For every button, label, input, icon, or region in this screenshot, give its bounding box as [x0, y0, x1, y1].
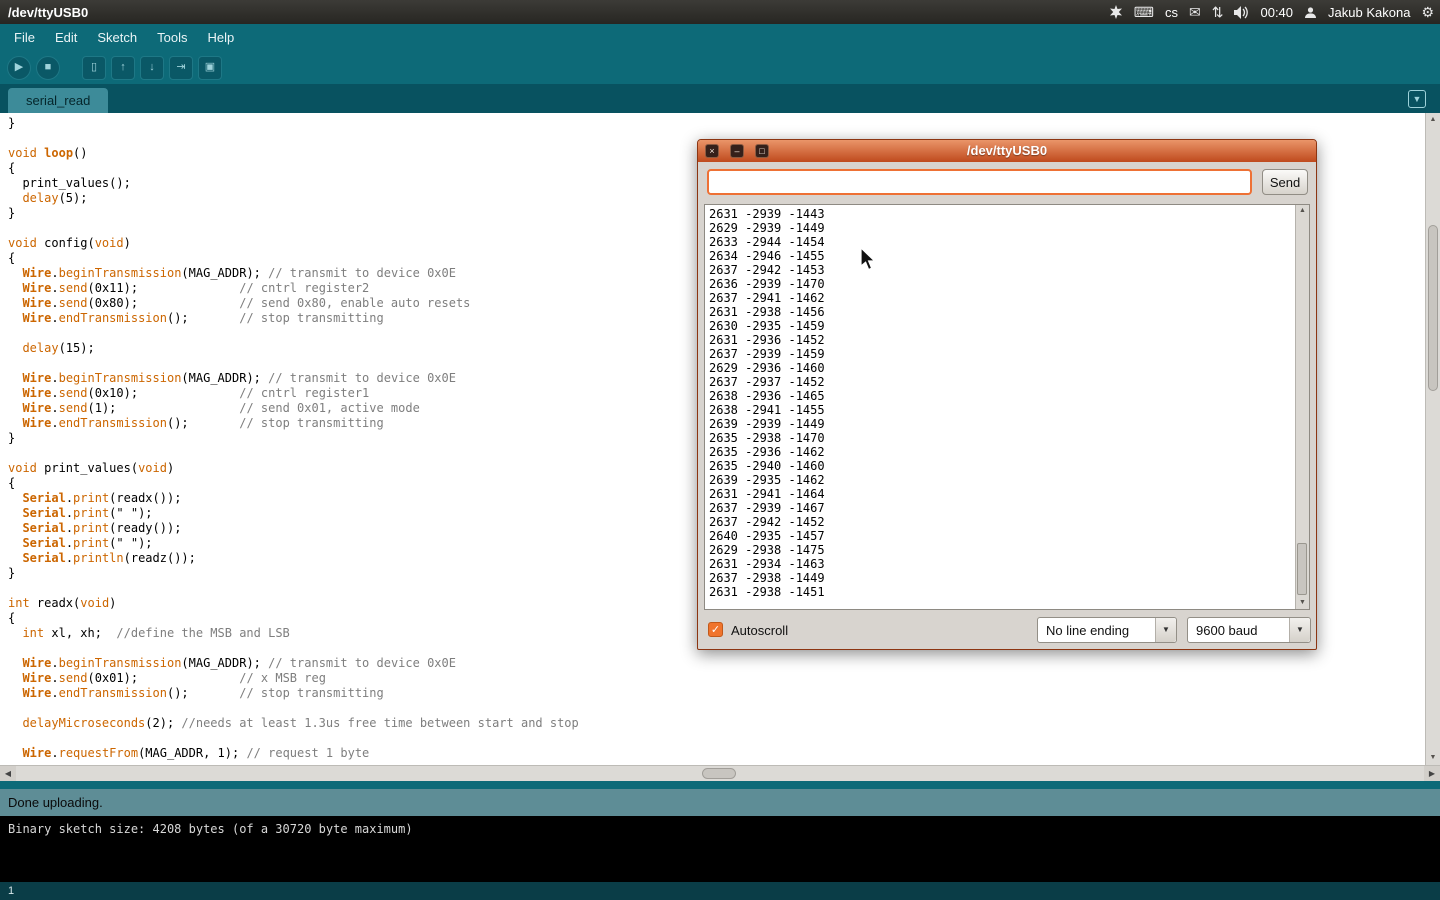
- menu-item-file[interactable]: File: [4, 25, 45, 50]
- new-sketch-button[interactable]: ▯: [82, 56, 106, 80]
- clock[interactable]: 00:40: [1260, 5, 1293, 20]
- serial-output-area[interactable]: 2631 -2939 -1443 2629 -2939 -1449 2633 -…: [704, 204, 1310, 610]
- code-line: Wire.send(0x01); // x MSB reg: [8, 671, 1425, 686]
- serial-monitor-controls: ✓ Autoscroll No line ending ▼ 9600 baud …: [698, 609, 1316, 649]
- stop-icon: ■: [45, 62, 52, 73]
- horizontal-scrollbar-thumb[interactable]: [702, 768, 736, 779]
- save-button[interactable]: ↓: [140, 56, 164, 80]
- network-sync-icon[interactable]: ⇅: [1212, 5, 1224, 19]
- tab-serial-read[interactable]: serial_read: [8, 88, 108, 113]
- open-icon: ↑: [120, 62, 126, 73]
- horizontal-scrollbar[interactable]: ◀ ▶: [0, 765, 1440, 781]
- close-icon: ×: [709, 146, 714, 156]
- chevron-down-icon[interactable]: ▼: [1155, 618, 1176, 642]
- code-line: delayMicroseconds(2); //needs at least 1…: [8, 716, 1425, 731]
- verify-button[interactable]: ▶: [7, 56, 31, 80]
- status-message: Done uploading.: [8, 795, 103, 810]
- serial-monitor-icon: ▣: [205, 62, 215, 73]
- scroll-down-icon[interactable]: ▼: [1426, 751, 1440, 765]
- editor-vertical-scrollbar[interactable]: ▲ ▼: [1425, 113, 1440, 765]
- minimize-button[interactable]: –: [730, 144, 744, 158]
- maximize-icon: □: [759, 146, 764, 156]
- menu-bar: FileEditSketchToolsHelp: [0, 24, 1440, 51]
- serial-output-text: 2631 -2939 -1443 2629 -2939 -1449 2633 -…: [709, 207, 825, 599]
- code-line: Wire.endTransmission(); // stop transmit…: [8, 686, 1425, 701]
- serial-output-scrollbar[interactable]: ▲ ▼: [1295, 205, 1309, 609]
- top-panel: /dev/ttyUSB0 ⌨ cs ✉ ⇅ 00:40 Jakub Kakona…: [0, 0, 1440, 24]
- line-ending-select[interactable]: No line ending ▼: [1037, 617, 1177, 643]
- menu-item-sketch[interactable]: Sketch: [87, 25, 147, 50]
- stop-button[interactable]: ■: [36, 56, 60, 80]
- serial-monitor-body: Send 2631 -2939 -1443 2629 -2939 -1449 2…: [698, 162, 1316, 649]
- tab-menu-button[interactable]: ▼: [1408, 90, 1426, 108]
- serial-input[interactable]: [707, 169, 1252, 195]
- tab-bar: serial_read ▼: [0, 84, 1440, 113]
- username[interactable]: Jakub Kakona: [1328, 5, 1410, 20]
- autoscroll-label: Autoscroll: [731, 623, 788, 638]
- scroll-up-icon[interactable]: ▲: [1426, 113, 1440, 127]
- indicator-area: ⌨ cs ✉ ⇅ 00:40 Jakub Kakona ⚙: [1109, 0, 1434, 24]
- focused-window-title: /dev/ttyUSB0: [8, 5, 88, 20]
- keyboard-icon[interactable]: ⌨: [1134, 5, 1154, 19]
- chevron-down-icon[interactable]: ▼: [1289, 618, 1310, 642]
- line-number-indicator: 1: [8, 885, 14, 897]
- scroll-left-icon[interactable]: ◀: [0, 766, 16, 781]
- scroll-down-icon[interactable]: ▼: [1296, 597, 1309, 609]
- line-indicator-bar: 1: [0, 882, 1440, 900]
- toolbar: ▶ ■ ▯ ↑ ↓ ⇥ ▣: [0, 51, 1440, 84]
- mail-icon[interactable]: ✉: [1189, 5, 1201, 19]
- user-icon: [1304, 6, 1317, 19]
- line-ending-value: No line ending: [1046, 623, 1129, 638]
- code-line: [8, 731, 1425, 746]
- menu-item-edit[interactable]: Edit: [45, 25, 87, 50]
- console-text: Binary sketch size: 4208 bytes (of a 307…: [0, 816, 1440, 842]
- baud-rate-value: 9600 baud: [1196, 623, 1257, 638]
- open-button[interactable]: ↑: [111, 56, 135, 80]
- verify-icon: ▶: [15, 62, 23, 73]
- scroll-right-icon[interactable]: ▶: [1424, 766, 1440, 781]
- chevron-down-icon: ▼: [1413, 94, 1422, 104]
- minimize-icon: –: [734, 146, 739, 156]
- close-button[interactable]: ×: [705, 144, 719, 158]
- check-icon: ✓: [711, 624, 720, 636]
- serial-scrollbar-thumb[interactable]: [1297, 543, 1307, 595]
- send-button[interactable]: Send: [1262, 169, 1308, 195]
- save-icon: ↓: [149, 62, 155, 73]
- upload-icon: ⇥: [176, 62, 185, 73]
- code-line: Wire.beginTransmission(MAG_ADDR); // tra…: [8, 656, 1425, 671]
- session-gear-icon[interactable]: ⚙: [1421, 5, 1434, 19]
- menu-item-help[interactable]: Help: [197, 25, 244, 50]
- serial-monitor-button[interactable]: ▣: [198, 56, 222, 80]
- autoscroll-checkbox[interactable]: ✓: [708, 622, 723, 637]
- status-strip: [0, 781, 1440, 789]
- serial-monitor-title: /dev/ttyUSB0: [967, 143, 1047, 158]
- upload-button[interactable]: ⇥: [169, 56, 193, 80]
- editor-scrollbar-thumb[interactable]: [1428, 225, 1438, 391]
- serial-monitor-titlebar[interactable]: × – □ /dev/ttyUSB0: [698, 140, 1316, 162]
- tab-label: serial_read: [26, 93, 90, 108]
- status-bar: Done uploading.: [0, 789, 1440, 816]
- keyboard-layout[interactable]: cs: [1165, 5, 1178, 20]
- baud-rate-select[interactable]: 9600 baud ▼: [1187, 617, 1311, 643]
- maximize-button[interactable]: □: [755, 144, 769, 158]
- volume-icon[interactable]: [1234, 6, 1249, 19]
- indicator-applet-icon[interactable]: [1109, 5, 1123, 19]
- scroll-up-icon[interactable]: ▲: [1296, 205, 1309, 217]
- new-sketch-icon: ▯: [91, 62, 97, 73]
- code-line: }: [8, 116, 1425, 131]
- console-panel[interactable]: Binary sketch size: 4208 bytes (of a 307…: [0, 816, 1440, 882]
- menu-item-tools[interactable]: Tools: [147, 25, 197, 50]
- code-line: Wire.requestFrom(MAG_ADDR, 1); // reques…: [8, 746, 1425, 761]
- serial-monitor-window: × – □ /dev/ttyUSB0 Send 2631 -2939 -1443…: [697, 139, 1317, 650]
- code-line: [8, 701, 1425, 716]
- desktop: /dev/ttyUSB0 ⌨ cs ✉ ⇅ 00:40 Jakub Kakona…: [0, 0, 1440, 900]
